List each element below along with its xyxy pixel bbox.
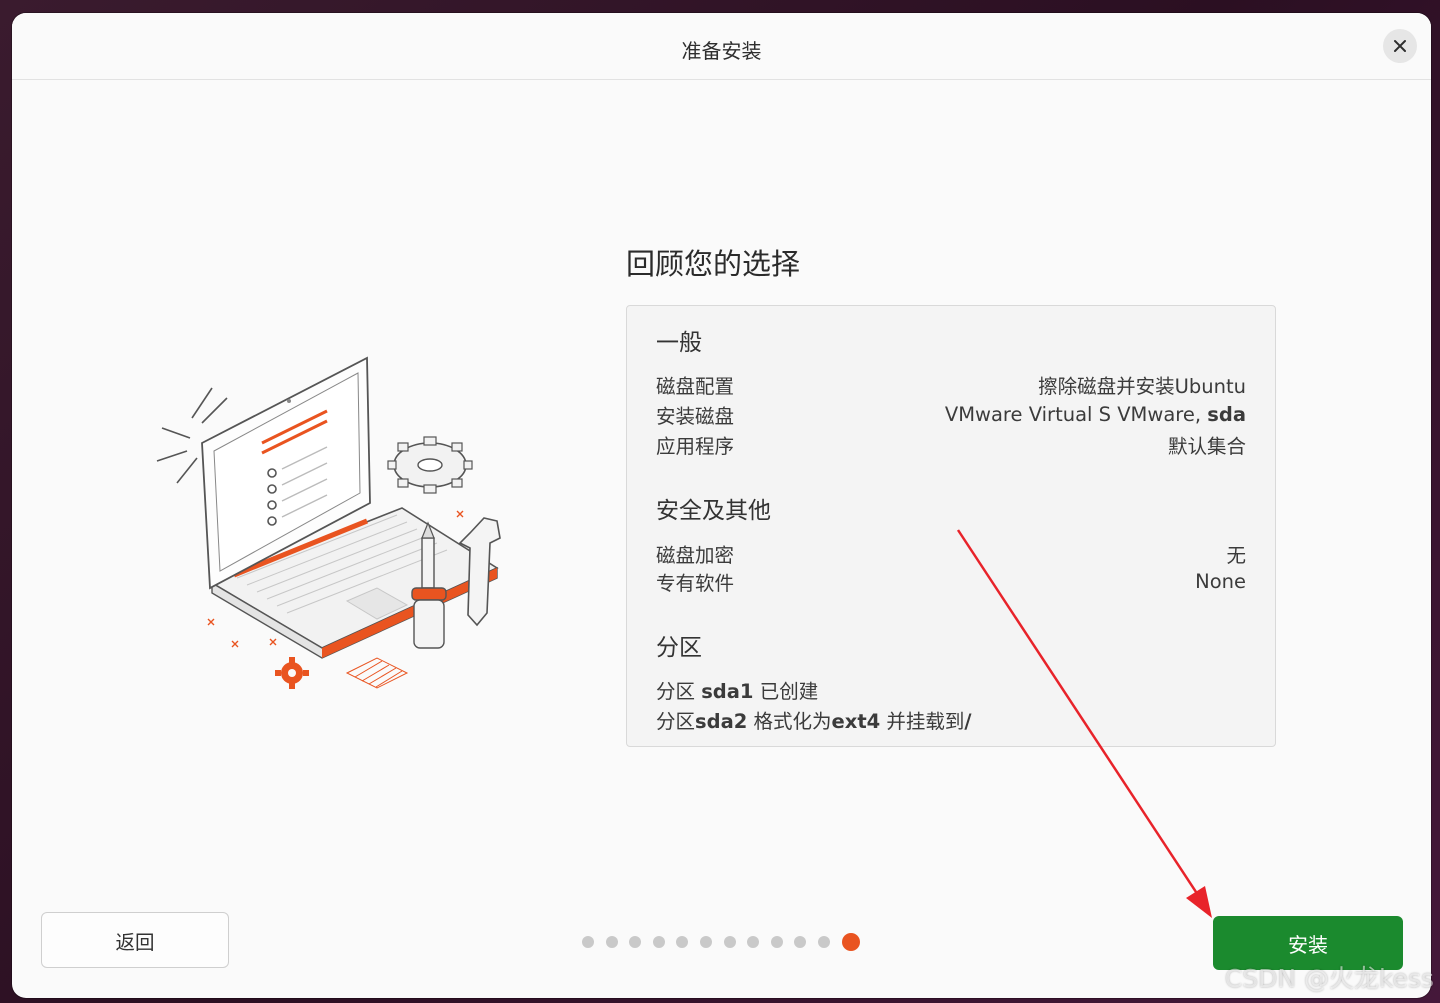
page-dot xyxy=(699,936,712,948)
summary-row: 专有软件 None xyxy=(656,566,1246,596)
summary-row: 安装磁盘 VMware Virtual S VMware, sda xyxy=(656,399,1246,429)
page-dot xyxy=(605,936,618,948)
partition-line: 分区 sda1 已创建 xyxy=(656,680,819,703)
row-label: 磁盘加密 xyxy=(656,543,735,567)
page-dot xyxy=(770,936,783,948)
page-dot xyxy=(723,936,736,948)
security-group-title: 安全及其他 xyxy=(656,498,771,524)
row-label: 应用程序 xyxy=(656,434,735,458)
row-value: 无 xyxy=(1226,543,1246,567)
watermark: CSDN @火龙kess xyxy=(1224,964,1434,993)
summary-row: 磁盘配置 擦除磁盘并安装Ubuntu xyxy=(656,369,1246,399)
page-dot xyxy=(629,936,642,948)
page-dot xyxy=(747,936,760,948)
row-label: 专有软件 xyxy=(656,571,735,595)
page-indicator xyxy=(582,932,860,952)
page-dot xyxy=(794,936,807,948)
window-title: 准备安装 xyxy=(681,39,762,63)
row-label: 安装磁盘 xyxy=(656,404,735,428)
header-bar: 准备安装 xyxy=(12,13,1431,80)
row-value: None xyxy=(1195,569,1246,593)
row-value: VMware Virtual S VMware, sda xyxy=(944,402,1246,426)
summary-row: 磁盘加密 无 xyxy=(656,538,1246,568)
summary-row: 应用程序 默认集合 xyxy=(656,429,1246,459)
page-dot xyxy=(817,936,830,948)
close-icon xyxy=(1394,40,1406,52)
general-group-title: 一般 xyxy=(656,330,702,356)
page-dot xyxy=(652,936,665,948)
review-heading: 回顾您的选择 xyxy=(626,247,801,281)
installer-window: 准备安装 回顾您的选择 一般 磁盘配置 擦除磁盘并安装Ubuntu 安装磁盘 V… xyxy=(12,13,1431,998)
page-dot-active xyxy=(841,933,860,951)
row-value: 擦除磁盘并安装Ubuntu xyxy=(1038,374,1246,398)
page-dot xyxy=(582,936,594,948)
row-value: 默认集合 xyxy=(1167,434,1246,458)
laptop-tools-illustration xyxy=(156,356,501,689)
back-button[interactable]: 返回 xyxy=(41,912,229,968)
page-dot xyxy=(676,936,689,948)
partition-line: 分区sda2 格式化为ext4 并挂载到/ xyxy=(656,710,972,733)
close-button[interactable] xyxy=(1383,29,1417,63)
summary-panel: 一般 磁盘配置 擦除磁盘并安装Ubuntu 安装磁盘 VMware Virtua… xyxy=(626,305,1276,747)
partition-group-title: 分区 xyxy=(656,635,702,661)
row-label: 磁盘配置 xyxy=(656,374,735,398)
